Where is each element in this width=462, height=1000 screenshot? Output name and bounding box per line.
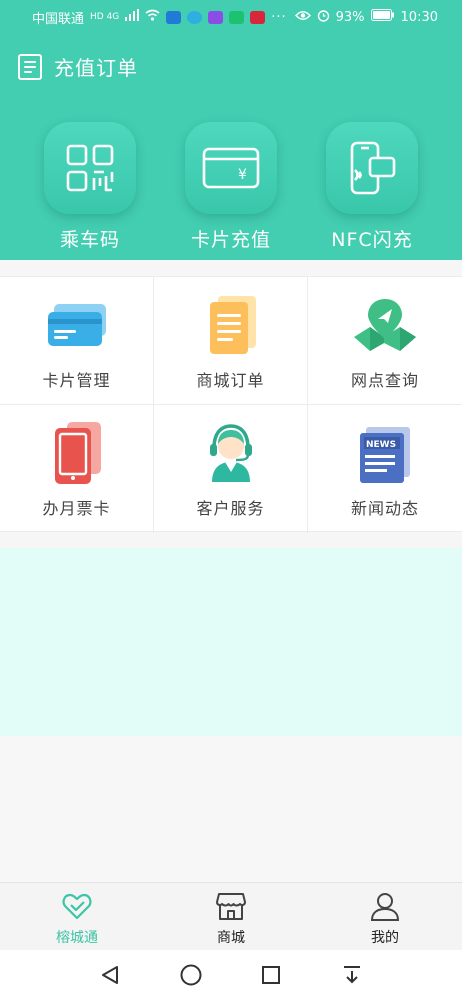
svg-text:¥: ¥ bbox=[238, 167, 247, 183]
back-button[interactable] bbox=[92, 957, 128, 993]
news-item[interactable]: NEWS 新闻动态 bbox=[308, 405, 462, 533]
tab-mall[interactable]: 商城 bbox=[154, 883, 308, 950]
phone-card-icon bbox=[37, 421, 117, 485]
outlet-search-label: 网点查询 bbox=[350, 371, 419, 390]
card-recharge-button[interactable]: ¥ 卡片充值 bbox=[171, 122, 291, 252]
ride-code-label: 乘车码 bbox=[59, 229, 120, 251]
map-location-icon bbox=[345, 293, 425, 357]
app-badge-icon bbox=[166, 10, 182, 24]
tab-mine-label: 我的 bbox=[371, 930, 399, 946]
mall-orders-item[interactable]: 商城订单 bbox=[154, 277, 308, 405]
recents-square-icon bbox=[262, 966, 281, 984]
service-grid: 卡片管理 商城订单 网点查询 办月票卡 客户服务 NEWS 新闻动态 bbox=[0, 276, 462, 533]
customer-service-icon bbox=[191, 421, 271, 485]
app-badge-icon bbox=[208, 10, 224, 24]
outlet-search-item[interactable]: 网点查询 bbox=[308, 277, 462, 405]
card-management-label: 卡片管理 bbox=[42, 371, 111, 390]
document-list-icon bbox=[18, 53, 42, 80]
hero-actions: 乘车码 ¥ 卡片充值 NFC闪充 bbox=[0, 122, 462, 251]
card-recharge-label: 卡片充值 bbox=[190, 229, 271, 251]
system-nav-bar bbox=[0, 950, 462, 1000]
newspaper-icon: NEWS bbox=[345, 421, 425, 485]
app-badge-icon bbox=[250, 10, 266, 24]
eye-icon bbox=[294, 10, 311, 25]
user-icon bbox=[368, 889, 402, 923]
home-circle-icon bbox=[180, 964, 202, 986]
carrier-text: 中国联通 bbox=[32, 11, 85, 27]
page-title: 充值订单 bbox=[54, 56, 138, 80]
signal-icon bbox=[125, 9, 140, 25]
ride-code-button[interactable]: 乘车码 bbox=[30, 122, 150, 252]
status-left: 中国联通 HD 4G ··· bbox=[32, 8, 287, 27]
hero-panel: 充值订单 乘车码 ¥ 卡片充值 NFC闪充 bbox=[0, 34, 462, 260]
monthly-pass-item[interactable]: 办月票卡 bbox=[0, 405, 154, 533]
cards-icon bbox=[37, 293, 117, 357]
bottom-tab-bar: 榕城通 商城 我的 bbox=[0, 882, 462, 950]
network-text: HD 4G bbox=[90, 12, 120, 22]
nfc-charge-label: NFC闪充 bbox=[331, 229, 413, 251]
back-triangle-icon bbox=[102, 966, 119, 984]
battery-icon bbox=[370, 9, 395, 25]
notifications-pulldown-button[interactable] bbox=[334, 957, 370, 993]
customer-service-item[interactable]: 客户服务 bbox=[154, 405, 308, 533]
banner-area bbox=[0, 548, 462, 736]
svg-text:NEWS: NEWS bbox=[366, 440, 396, 450]
phone-nfc-icon bbox=[326, 122, 418, 214]
status-right: 93% 10:30 bbox=[294, 9, 438, 26]
card-yen-icon: ¥ bbox=[185, 122, 277, 214]
clock-text: 10:30 bbox=[400, 9, 438, 25]
mall-orders-label: 商城订单 bbox=[196, 371, 265, 390]
heart-card-icon bbox=[60, 889, 94, 923]
recents-button[interactable] bbox=[253, 957, 289, 993]
content-area bbox=[0, 736, 462, 882]
home-button[interactable] bbox=[173, 957, 209, 993]
nfc-charge-button[interactable]: NFC闪充 bbox=[312, 122, 432, 252]
wifi-icon bbox=[145, 9, 160, 25]
qr-code-icon bbox=[44, 122, 136, 214]
recharge-orders-link[interactable]: 充值订单 bbox=[18, 52, 138, 81]
alarm-icon bbox=[317, 9, 330, 26]
news-label: 新闻动态 bbox=[350, 499, 419, 518]
battery-text: 93% bbox=[335, 9, 365, 25]
tab-mine[interactable]: 我的 bbox=[308, 883, 462, 950]
pulldown-arrow-icon bbox=[343, 966, 360, 984]
more-notifications-text: ··· bbox=[271, 9, 287, 25]
tab-rongchengtong[interactable]: 榕城通 bbox=[0, 883, 154, 950]
status-bar: 中国联通 HD 4G ··· 93% 10:30 bbox=[0, 0, 462, 34]
tab-mall-label: 商城 bbox=[217, 930, 245, 946]
store-icon bbox=[214, 889, 248, 923]
card-management-item[interactable]: 卡片管理 bbox=[0, 277, 154, 405]
app-badge-icon bbox=[187, 10, 203, 24]
tab-rongchengtong-label: 榕城通 bbox=[56, 930, 98, 946]
monthly-pass-label: 办月票卡 bbox=[42, 499, 111, 518]
document-stack-icon bbox=[191, 293, 271, 357]
customer-service-label: 客户服务 bbox=[196, 499, 265, 518]
app-badge-icon bbox=[229, 10, 245, 24]
